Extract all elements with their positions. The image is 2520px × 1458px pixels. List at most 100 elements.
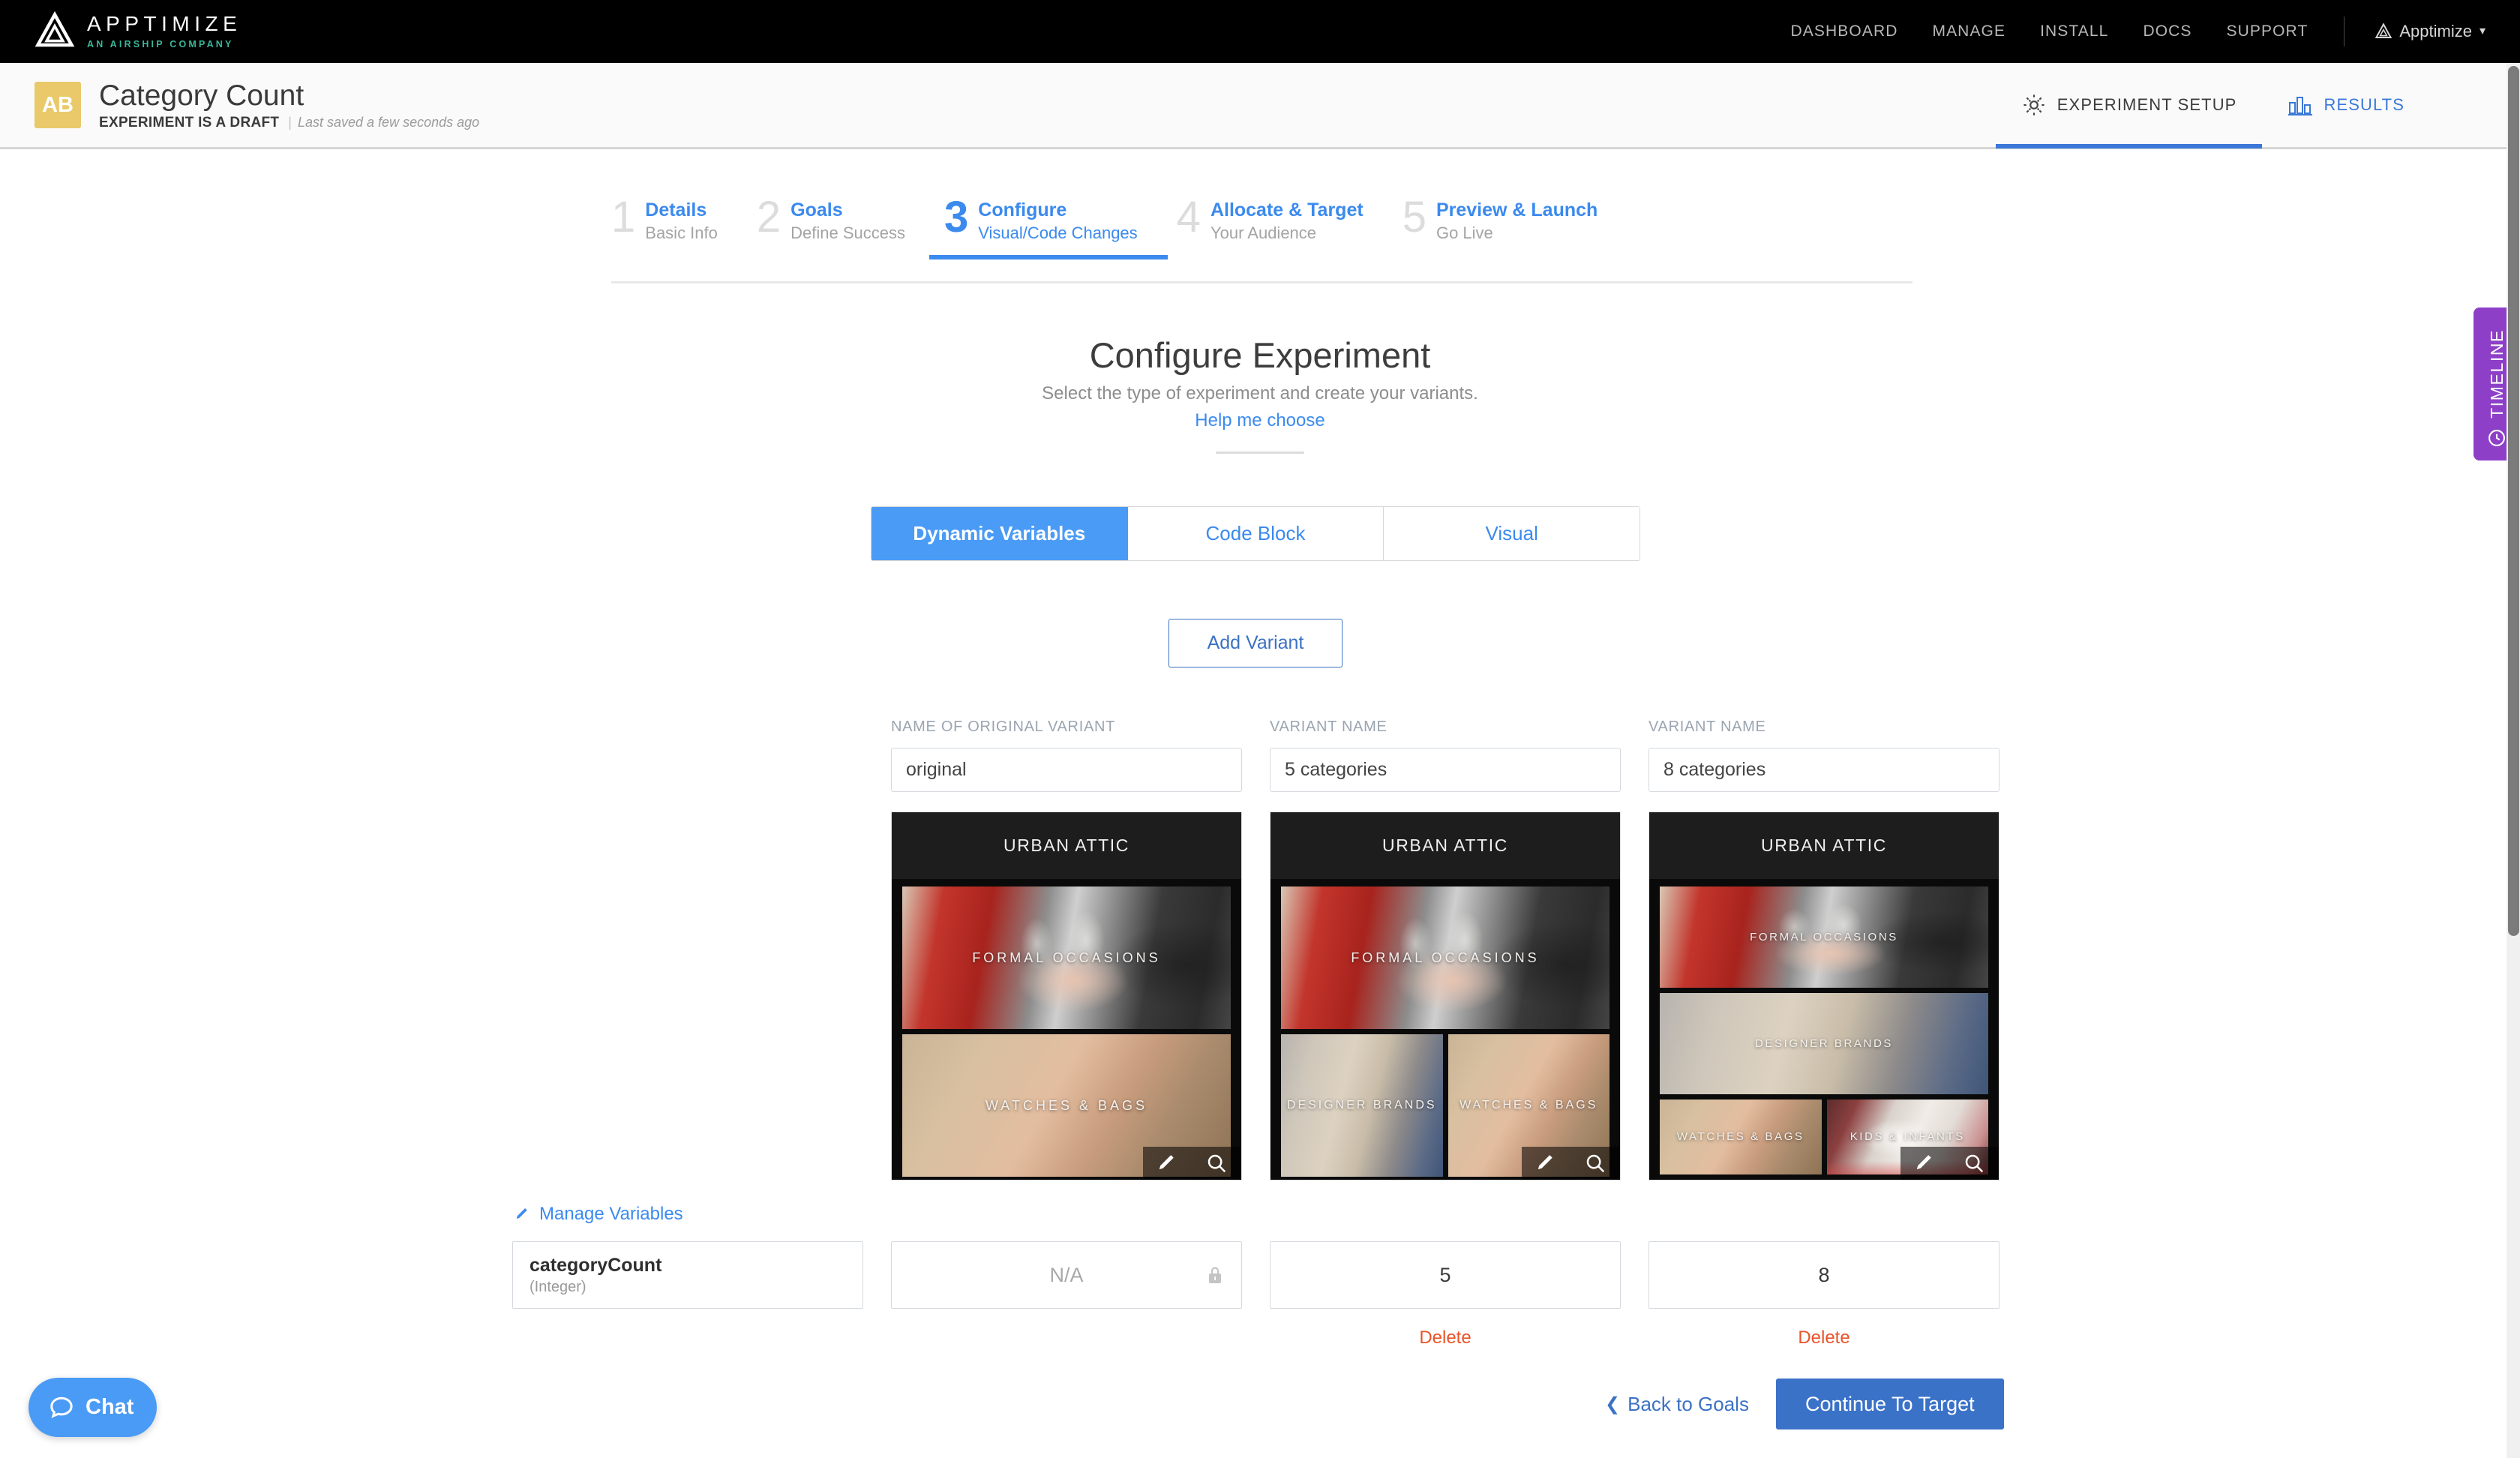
- preview-tile-grid: FORMAL OCCASIONS DESIGNER BRANDS WATCHES…: [1649, 879, 1999, 1180]
- section-divider: [1216, 452, 1304, 454]
- configure-subtitle: Select the type of experiment and create…: [1042, 383, 1478, 404]
- type-tab-dynamic-variables[interactable]: Dynamic Variables: [872, 507, 1128, 560]
- delete-variant-3-link[interactable]: Delete: [1798, 1328, 1850, 1348]
- preview-tile-caption: WATCHES & BAGS: [1676, 1130, 1804, 1143]
- variant-delete-row: Delete Delete: [512, 1328, 2001, 1348]
- pencil-icon[interactable]: [1535, 1152, 1558, 1174]
- chat-label: Chat: [86, 1395, 134, 1419]
- chat-widget-button[interactable]: Chat: [28, 1378, 158, 1437]
- magnifier-icon[interactable]: [1963, 1152, 1985, 1174]
- brand-name: APPTIMIZE: [87, 11, 242, 35]
- preview-app-title: URBAN ATTIC: [1004, 836, 1130, 855]
- tab-results[interactable]: RESULTS: [2262, 62, 2430, 148]
- back-to-goals-label: Back to Goals: [1628, 1392, 1749, 1415]
- tab-experiment-setup-label: EXPERIMENT SETUP: [2056, 95, 2237, 114]
- pencil-icon[interactable]: [1914, 1152, 1936, 1174]
- variant-column-8-categories: VARIANT NAME 8 categories: [1648, 716, 2000, 792]
- preview-tools-overlay: [1143, 1147, 1241, 1180]
- delete-variant-2-link[interactable]: Delete: [1419, 1328, 1471, 1348]
- help-me-choose-link[interactable]: Help me choose: [1195, 410, 1324, 432]
- preview-tile-designer-brands: DESIGNER BRANDS: [1281, 1034, 1443, 1177]
- preview-tile-caption: FORMAL OCCASIONS: [1351, 950, 1540, 965]
- variant-name-input-2[interactable]: 5 categories: [1270, 748, 1621, 792]
- status-badge: EXPERIMENT IS A DRAFT: [99, 114, 280, 130]
- step-title: Details: [645, 200, 707, 220]
- magnifier-icon[interactable]: [1205, 1152, 1228, 1174]
- step-subtitle: Basic Info: [645, 224, 718, 242]
- variant-preview-original[interactable]: URBAN ATTIC FORMAL OCCASIONS WATCHES & B…: [891, 812, 1242, 1180]
- configure-title: Configure Experiment: [1089, 335, 1431, 375]
- preview-tools-overlay: [1522, 1147, 1620, 1180]
- wizard-step-configure[interactable]: 3 Configure Visual/Code Changes: [929, 193, 1168, 260]
- magnifier-icon[interactable]: [1584, 1152, 1606, 1174]
- wizard-step-details[interactable]: 1 Details Basic Info: [611, 196, 718, 244]
- step-subtitle: Your Audience: [1210, 224, 1317, 242]
- delete-cell-8-categories: Delete: [1648, 1328, 2000, 1348]
- nav-link-manage[interactable]: MANAGE: [1932, 22, 2006, 40]
- step-number: 4: [1176, 193, 1201, 242]
- variant-field-label: VARIANT NAME: [1648, 718, 1766, 735]
- variant-field-label: VARIANT NAME: [1270, 718, 1388, 735]
- apptimize-triangle-logo-icon: [2375, 22, 2392, 38]
- timeline-label: TIMELINE: [2486, 329, 2506, 418]
- tab-experiment-setup[interactable]: EXPERIMENT SETUP: [1995, 62, 2263, 148]
- preview-tile-caption: DESIGNER BRANDS: [1754, 1036, 1894, 1050]
- page-scrollbar-thumb[interactable]: [2508, 66, 2519, 936]
- preview-tile-designer-brands: DESIGNER BRANDS: [1660, 993, 1988, 1094]
- nav-link-docs[interactable]: DOCS: [2143, 22, 2192, 40]
- top-nav-links: DASHBOARD MANAGE INSTALL DOCS SUPPORT Ap…: [1756, 16, 2486, 46]
- experiment-type-badge: AB: [34, 82, 81, 128]
- page-title: Category Count: [99, 79, 304, 112]
- manage-variables-link[interactable]: Manage Variables: [514, 1204, 683, 1225]
- step-number: 3: [944, 193, 969, 242]
- variable-value-5-categories[interactable]: 5: [1270, 1241, 1621, 1309]
- variant-preview-5-categories[interactable]: URBAN ATTIC FORMAL OCCASIONS DESIGNER BR…: [1270, 812, 1621, 1180]
- bar-chart-icon: [2288, 94, 2313, 116]
- preview-tile-formal-occasions: FORMAL OCCASIONS: [902, 886, 1231, 1029]
- type-tab-visual[interactable]: Visual: [1384, 507, 1640, 560]
- type-tab-code-block[interactable]: Code Block: [1127, 507, 1384, 560]
- variant-field-label: NAME OF ORIGINAL VARIANT: [891, 718, 1116, 735]
- experiment-view-tabs: EXPERIMENT SETUP RESULTS: [1995, 62, 2430, 148]
- clock-icon: [2488, 430, 2505, 446]
- preview-tile-caption: WATCHES & BAGS: [985, 1098, 1148, 1113]
- footer-actions: ❮ Back to Goals Continue To Target: [1605, 1378, 2004, 1430]
- preview-tile-formal-occasions: FORMAL OCCASIONS: [1660, 886, 1988, 988]
- variable-values-row: categoryCount (Integer) N/A 5 8: [512, 1241, 2001, 1309]
- original-variant-name-input[interactable]: original: [891, 748, 1242, 792]
- step-subtitle: Define Success: [790, 224, 905, 242]
- step-number: 5: [1402, 193, 1426, 242]
- preview-tile-caption: KIDS & INFANTS: [1850, 1130, 1965, 1143]
- wizard-step-allocate-target[interactable]: 4 Allocate & Target Your Audience: [1177, 196, 1364, 244]
- brand-logo-group[interactable]: APPTIMIZE AN AIRSHIP COMPANY: [34, 11, 242, 52]
- variant-column-original: NAME OF ORIGINAL VARIANT original: [891, 716, 1242, 792]
- variant-name-input-3[interactable]: 8 categories: [1648, 748, 2000, 792]
- nav-link-dashboard[interactable]: DASHBOARD: [1791, 22, 1898, 40]
- preview-tile-grid: FORMAL OCCASIONS WATCHES & BAGS: [892, 879, 1241, 1180]
- account-menu[interactable]: Apptimize ▾: [2374, 22, 2486, 41]
- preview-app-bar: URBAN ATTIC: [1649, 812, 1999, 879]
- pencil-icon[interactable]: [1156, 1152, 1179, 1174]
- step-title: Goals: [790, 200, 843, 220]
- variant-name-row: NAME OF ORIGINAL VARIANT original VARIAN…: [891, 716, 2001, 792]
- variable-name-cell: categoryCount (Integer): [512, 1241, 863, 1309]
- back-to-goals-link[interactable]: ❮ Back to Goals: [1605, 1393, 1749, 1416]
- chevron-down-icon: ▾: [2479, 25, 2486, 38]
- configure-heading-block: Configure Experiment Select the type of …: [0, 334, 2520, 454]
- variable-value-8-categories[interactable]: 8: [1648, 1241, 2000, 1309]
- chevron-left-icon: ❮: [1605, 1394, 1621, 1414]
- nav-link-install[interactable]: INSTALL: [2040, 22, 2108, 40]
- account-name: Apptimize: [2399, 22, 2472, 40]
- variable-value-text: 5: [1439, 1263, 1451, 1286]
- nav-link-support[interactable]: SUPPORT: [2227, 22, 2308, 40]
- wizard-step-goals[interactable]: 2 Goals Define Success: [757, 196, 905, 244]
- experiment-header: AB Category Count EXPERIMENT IS A DRAFT …: [0, 63, 2520, 149]
- variant-preview-8-categories[interactable]: URBAN ATTIC FORMAL OCCASIONS DESIGNER BR…: [1648, 812, 2000, 1180]
- variable-type: (Integer): [530, 1278, 586, 1295]
- wizard-step-preview-launch[interactable]: 5 Preview & Launch Go Live: [1402, 196, 1598, 244]
- add-variant-button[interactable]: Add Variant: [1168, 619, 1342, 668]
- preview-tile-caption: WATCHES & BAGS: [1460, 1099, 1598, 1112]
- step-wizard: 1 Details Basic Info 2 Goals Define Succ…: [611, 196, 1912, 284]
- variant-previews-row: URBAN ATTIC FORMAL OCCASIONS WATCHES & B…: [891, 812, 2001, 1180]
- continue-to-target-button[interactable]: Continue To Target: [1775, 1378, 2004, 1430]
